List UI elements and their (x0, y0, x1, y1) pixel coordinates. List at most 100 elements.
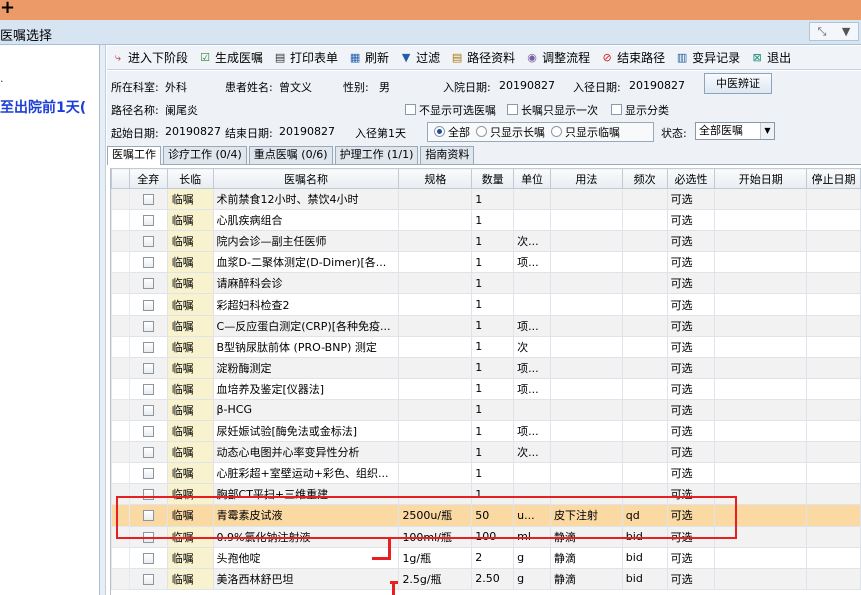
table-row[interactable]: 临嘱 彩超妇科检查2 1 可选 (111, 293, 861, 316)
column-header-11[interactable]: 停止日期 (806, 168, 861, 189)
discard-cell (128, 377, 168, 400)
spec-cell: 2500u/瓶 (398, 504, 473, 527)
discard-checkbox[interactable] (142, 468, 154, 480)
toolbar-button-6[interactable]: ◉ 调整流程 (521, 47, 596, 69)
discard-checkbox[interactable] (142, 320, 154, 332)
resize-icon[interactable]: ⤡ (818, 25, 827, 39)
toolbar-button-3[interactable]: ▦ 刷新 (344, 47, 395, 69)
table-row[interactable]: 临嘱 尿妊娠试验[酶免法或金标法] 1 项... 可选 (111, 420, 861, 443)
discard-checkbox[interactable] (142, 510, 154, 522)
column-header-5[interactable]: 数量 (471, 168, 515, 189)
column-header-4[interactable]: 规格 (398, 168, 473, 189)
required-cell: 可选 (666, 335, 716, 358)
discard-checkbox[interactable] (142, 341, 154, 353)
chevron-down-icon[interactable]: ▼ (842, 25, 850, 38)
stage-item[interactable]: 至出院前1天( (0, 97, 86, 117)
window-controls[interactable]: ⤡ ▼ (809, 22, 859, 41)
freq-cell: bid (621, 546, 668, 569)
usage-cell: 静滴 (550, 525, 623, 548)
discard-checkbox[interactable] (142, 447, 154, 459)
table-row[interactable]: 临嘱 淀粉酶测定 1 项... 可选 (111, 356, 861, 379)
required-cell: 可选 (666, 525, 716, 548)
table-row[interactable]: 临嘱 请麻醉科会诊 1 可选 (111, 272, 861, 295)
long-once-checkbox[interactable]: 长嘱只显示一次 (507, 102, 598, 118)
column-header-7[interactable]: 用法 (550, 168, 623, 189)
discard-checkbox[interactable] (142, 362, 154, 374)
discard-checkbox[interactable] (142, 531, 154, 543)
stop-date-cell (806, 314, 861, 337)
column-header-1[interactable]: 全弃 (128, 168, 168, 189)
column-header-0[interactable] (111, 168, 130, 189)
table-row[interactable]: 临嘱 血浆D-二聚体测定(D-Dimer)[各... 1 项... 可选 (111, 251, 861, 274)
plus-icon[interactable]: + (0, 0, 15, 18)
tcm-button[interactable]: 中医辨证 (704, 73, 772, 94)
tab-3[interactable]: 护理工作 (1/1) (334, 146, 419, 164)
table-row[interactable]: 临嘱 头孢他啶 1g/瓶 2 g 静滴 bid 可选 (111, 546, 861, 569)
discard-checkbox[interactable] (142, 236, 154, 248)
name-cell: B型钠尿肽前体 (PRO-BNP) 测定 (212, 335, 400, 358)
table-row[interactable]: 临嘱 心肌疾病组合 1 可选 (111, 209, 861, 232)
table-row[interactable]: 临嘱 术前禁食12小时、禁饮4小时 1 可选 (111, 187, 861, 211)
column-header-9[interactable]: 必选性 (666, 168, 716, 189)
unit-cell: 次 (513, 335, 552, 358)
radio-temp-only[interactable]: 只显示临嘱 (551, 124, 620, 140)
table-row[interactable]: 临嘱 B型钠尿肽前体 (PRO-BNP) 测定 1 次 可选 (111, 335, 861, 358)
column-header-3[interactable]: 医嘱名称 (212, 168, 400, 189)
discard-checkbox[interactable] (142, 404, 154, 416)
name-cell: 青霉素皮试液 (212, 504, 400, 527)
table-row[interactable]: 临嘱 心脏彩超+室壁运动+彩色、组织... 1 可选 (111, 462, 861, 485)
toolbar-button-7[interactable]: ⊘ 结束路径 (596, 47, 671, 69)
toolbar-button-8[interactable]: ▥ 变异记录 (671, 47, 746, 69)
hide-optional-checkbox[interactable]: 不显示可选医嘱 (405, 102, 496, 118)
discard-checkbox[interactable] (142, 194, 154, 206)
discard-checkbox[interactable] (142, 489, 154, 501)
show-category-checkbox[interactable]: 显示分类 (611, 102, 669, 118)
toolbar-button-0[interactable]: ⤷ 进入下阶段 (107, 47, 194, 69)
discard-checkbox[interactable] (142, 299, 154, 311)
discard-checkbox[interactable] (142, 573, 154, 585)
table-row[interactable]: 临嘱 动态心电图并心率变异性分析 1 次... 可选 (111, 441, 861, 464)
discard-checkbox[interactable] (142, 278, 154, 290)
toolbar-button-1[interactable]: ☑ 生成医嘱 (194, 47, 269, 69)
table-row[interactable]: 临嘱 院内会诊—副主任医师 1 次... 可选 (111, 230, 861, 253)
column-header-10[interactable]: 开始日期 (714, 168, 807, 189)
tab-1[interactable]: 诊疗工作 (0/4) (163, 146, 247, 164)
row-indicator (111, 567, 130, 590)
panel-splitter[interactable] (100, 45, 106, 595)
discard-cell (128, 272, 168, 295)
stop-date-cell (806, 335, 861, 358)
table-row[interactable]: 临嘱 美洛西林舒巴坦 2.5g/瓶 2.50 g 静滴 bid 可选 (111, 567, 861, 590)
radio-all[interactable]: 全部 (434, 124, 470, 140)
toolbar-button-9[interactable]: ⊠ 退出 (746, 47, 797, 69)
table-row[interactable]: 临嘱 C—反应蛋白测定(CRP)[各种免疫... 1 项... 可选 (111, 314, 861, 337)
discard-checkbox[interactable] (142, 426, 154, 438)
freq-cell (621, 462, 668, 485)
column-header-8[interactable]: 频次 (621, 168, 668, 189)
discard-checkbox[interactable] (142, 257, 154, 269)
column-header-2[interactable]: 长临 (166, 168, 214, 189)
column-header-6[interactable]: 单位 (513, 168, 552, 189)
toolbar-button-5[interactable]: ▤ 路径资料 (446, 47, 521, 69)
table-row[interactable]: 临嘱 0.9%氯化钠注射液 100ml/瓶 100 ml 静滴 bid 可选 (111, 525, 861, 548)
usage-cell (550, 314, 623, 337)
tab-4[interactable]: 指南资料 (420, 146, 475, 164)
discard-cell (128, 356, 168, 379)
toolbar-button-4[interactable]: ▼ 过滤 (395, 47, 446, 69)
table-row[interactable]: 临嘱 血培养及鉴定[仪器法] 1 项... 可选 (111, 377, 861, 400)
table-row[interactable]: 临嘱 β-HCG 1 可选 (111, 398, 861, 422)
table-row[interactable]: 临嘱 胸部CT平扫+三维重建 1 可选 (111, 483, 861, 506)
toolbar-button-2[interactable]: ▤ 打印表单 (269, 47, 344, 69)
tab-2[interactable]: 重点医嘱 (0/6) (248, 146, 333, 164)
radio-long-only[interactable]: 只显示长嘱 (476, 124, 545, 140)
discard-checkbox[interactable] (142, 215, 154, 227)
tab-0[interactable]: 医嘱工作 (107, 146, 161, 165)
filter-icon: ▼ (401, 50, 411, 64)
discard-checkbox[interactable] (142, 383, 154, 395)
required-cell: 可选 (666, 356, 716, 379)
table-row[interactable]: 临嘱 青霉素皮试液 2500u/瓶 50 u... 皮下注射 qd 可选 (111, 504, 861, 527)
type-cell: 临嘱 (166, 441, 214, 464)
usage-cell (550, 356, 623, 379)
name-cell: 0.9%氯化钠注射液 (212, 525, 400, 548)
discard-checkbox[interactable] (142, 552, 154, 564)
status-select[interactable]: 全部医嘱 ▼ (695, 122, 775, 140)
